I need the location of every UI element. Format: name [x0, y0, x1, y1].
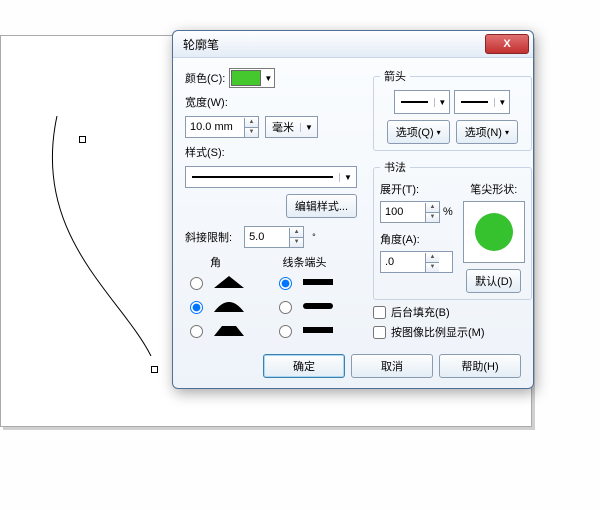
- angle-field[interactable]: [381, 253, 425, 271]
- arrow-options-right-button[interactable]: 选项(N) ▾: [456, 120, 518, 144]
- spread-spinner[interactable]: ▲▼: [425, 203, 439, 222]
- round-corner-icon: [212, 300, 246, 312]
- angle-label: 角度(A):: [380, 231, 453, 247]
- cap-round-radio[interactable]: [279, 301, 292, 314]
- percent-label: %: [443, 206, 453, 218]
- chevron-down-icon: ▼: [339, 173, 356, 182]
- color-label: 颜色(C):: [185, 70, 225, 86]
- arrow-legend: 箭头: [380, 68, 410, 84]
- edit-style-button[interactable]: 编辑样式...: [286, 194, 357, 218]
- bevel-icon: [212, 324, 246, 336]
- calligraphy-legend: 书法: [380, 159, 410, 175]
- nib-shape: [475, 213, 513, 251]
- behind-fill-label: 后台填充(B): [391, 304, 450, 320]
- arrow-end-select[interactable]: ▼: [454, 90, 510, 114]
- square-cap-icon: [301, 324, 335, 336]
- help-button[interactable]: 帮助(H): [439, 354, 521, 378]
- chevron-down-icon: ▼: [262, 74, 274, 83]
- arrow-start-select[interactable]: ▼: [394, 90, 450, 114]
- default-button[interactable]: 默认(D): [466, 269, 521, 293]
- corner-round-radio[interactable]: [190, 301, 203, 314]
- cap-options: [274, 274, 335, 338]
- width-input[interactable]: ▲▼: [185, 116, 259, 138]
- chevron-down-icon: ▼: [434, 98, 449, 107]
- angle-input[interactable]: ▲▼: [380, 251, 453, 273]
- width-field[interactable]: [186, 118, 244, 136]
- dialog-title: 轮廓笔: [177, 36, 485, 53]
- chevron-down-icon: ▼: [494, 98, 509, 107]
- spread-input[interactable]: ▲▼: [380, 201, 440, 223]
- corner-options: [185, 274, 246, 338]
- unit-select[interactable]: 毫米 ▼: [265, 116, 318, 138]
- corner-label: 角: [210, 254, 221, 270]
- spread-label: 展开(T):: [380, 181, 453, 197]
- flat-cap-icon: [301, 276, 335, 288]
- angle-spinner[interactable]: ▲▼: [425, 253, 439, 272]
- color-picker[interactable]: ▼: [229, 68, 275, 88]
- miter-input[interactable]: ▲▼: [244, 226, 304, 248]
- miter-label: 斜接限制:: [185, 229, 232, 245]
- scale-input[interactable]: [373, 326, 386, 339]
- degree-icon: °: [312, 232, 316, 242]
- miter-icon: [212, 276, 246, 288]
- chevron-down-icon: ▼: [300, 123, 317, 132]
- close-button[interactable]: X: [485, 34, 529, 54]
- chevron-down-icon: ▾: [437, 128, 441, 137]
- scale-label: 按图像比例显示(M): [391, 324, 485, 340]
- miter-field[interactable]: [245, 228, 289, 246]
- behind-fill-checkbox[interactable]: 后台填充(B): [373, 304, 532, 320]
- arrow-options-left-button[interactable]: 选项(Q) ▾: [387, 120, 450, 144]
- ok-button[interactable]: 确定: [263, 354, 345, 378]
- titlebar[interactable]: 轮廓笔 X: [173, 31, 533, 58]
- style-select[interactable]: ▼: [185, 166, 357, 188]
- close-icon: X: [503, 38, 510, 50]
- cancel-button[interactable]: 取消: [351, 354, 433, 378]
- corner-miter-radio[interactable]: [190, 277, 203, 290]
- width-spinner[interactable]: ▲▼: [244, 118, 258, 137]
- style-label: 样式(S):: [185, 144, 225, 160]
- spread-field[interactable]: [381, 203, 425, 221]
- miter-spinner[interactable]: ▲▼: [289, 228, 303, 247]
- behind-fill-input[interactable]: [373, 306, 386, 319]
- chevron-down-icon: ▾: [505, 128, 509, 137]
- cap-label: 线条端头: [283, 254, 327, 270]
- arrow-group: 箭头 ▼ ▼ 选项(Q) ▾ 选项(N) ▾: [373, 68, 532, 151]
- color-chip: [231, 70, 261, 86]
- corner-bevel-radio[interactable]: [190, 325, 203, 338]
- scale-checkbox[interactable]: 按图像比例显示(M): [373, 324, 532, 340]
- unit-value: 毫米: [266, 119, 300, 135]
- cap-square-radio[interactable]: [279, 325, 292, 338]
- outline-pen-dialog: 轮廓笔 X 颜色(C): ▼ 宽度(W): ▲: [172, 30, 534, 389]
- calligraphy-group: 书法 展开(T): ▲▼ % 角度(A):: [373, 159, 532, 300]
- line-style-preview: [192, 176, 333, 178]
- nib-label: 笔尖形状:: [470, 181, 517, 197]
- round-cap-icon: [301, 300, 335, 312]
- width-label: 宽度(W):: [185, 94, 228, 110]
- cap-flat-radio[interactable]: [279, 277, 292, 290]
- nib-preview[interactable]: [463, 201, 525, 263]
